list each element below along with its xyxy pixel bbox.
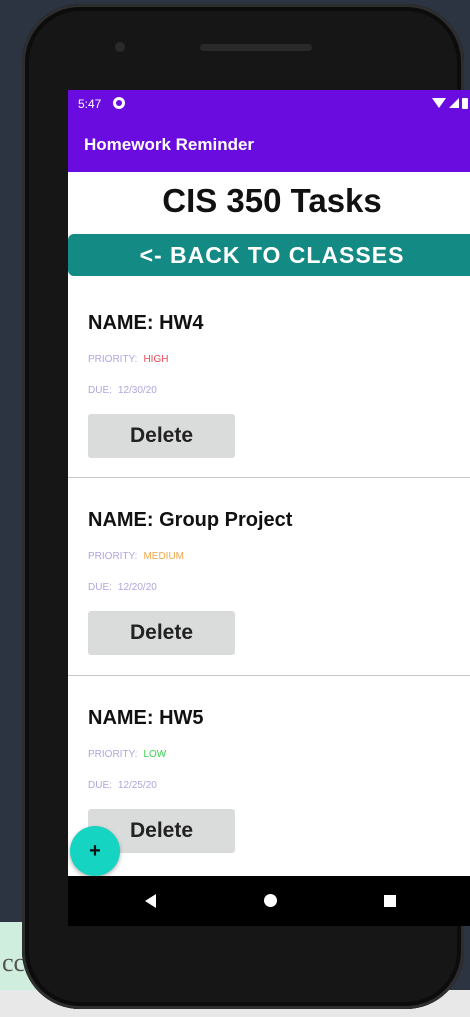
priority-value: HIGH bbox=[143, 354, 169, 365]
notification-icon bbox=[113, 97, 125, 109]
task-name: NAME: HW5 bbox=[88, 707, 204, 729]
due-value: 12/30/20 bbox=[117, 385, 157, 396]
task-due: DUE: 12/20/20 bbox=[88, 582, 157, 593]
back-to-classes-button[interactable]: <- BACK TO CLASSES bbox=[68, 234, 470, 276]
page-title: CIS 350 Tasks bbox=[162, 182, 382, 219]
back-nav-icon[interactable] bbox=[145, 894, 156, 908]
due-label: DUE: bbox=[88, 780, 112, 791]
wifi-icon bbox=[432, 98, 446, 108]
task-priority: PRIORITY: LOW bbox=[88, 749, 166, 760]
due-value: 12/20/20 bbox=[117, 582, 157, 593]
app-bar: Homework Reminder bbox=[68, 118, 470, 172]
priority-value: MEDIUM bbox=[143, 551, 185, 562]
status-icons bbox=[432, 95, 468, 111]
add-task-button[interactable]: + bbox=[70, 826, 120, 876]
camera bbox=[115, 42, 125, 52]
delete-button[interactable]: Delete bbox=[88, 611, 235, 655]
due-label: DUE: bbox=[88, 385, 112, 396]
delete-button[interactable]: Delete bbox=[88, 414, 235, 458]
task-name: NAME: HW4 bbox=[88, 312, 204, 334]
due-value: 12/25/20 bbox=[117, 780, 157, 791]
task-due: DUE: 12/30/20 bbox=[88, 385, 157, 396]
battery-icon bbox=[462, 97, 468, 109]
task-divider bbox=[68, 477, 470, 478]
status-bar: 5:47 bbox=[68, 90, 470, 118]
task-priority: PRIORITY: HIGH bbox=[88, 354, 168, 365]
task-due: DUE: 12/25/20 bbox=[88, 780, 157, 791]
home-nav-icon[interactable] bbox=[264, 894, 277, 907]
priority-label: PRIORITY: bbox=[88, 354, 138, 365]
app-screen: 5:47 Homework Reminder CIS 350 Tasks <- … bbox=[68, 90, 470, 876]
priority-label: PRIORITY: bbox=[88, 749, 138, 760]
status-time: 5:47 bbox=[78, 97, 102, 111]
phone-frame: 5:47 Homework Reminder CIS 350 Tasks <- … bbox=[22, 4, 470, 1009]
speaker bbox=[200, 44, 312, 51]
priority-value: LOW bbox=[143, 749, 167, 760]
task-priority: PRIORITY: MEDIUM bbox=[88, 551, 184, 562]
task-name: NAME: Group Project bbox=[88, 509, 293, 531]
due-label: DUE: bbox=[88, 582, 112, 593]
recents-nav-icon[interactable] bbox=[384, 895, 396, 907]
app-title: Homework Reminder bbox=[84, 135, 255, 154]
navigation-bar bbox=[68, 876, 470, 926]
signal-icon bbox=[449, 98, 459, 108]
priority-label: PRIORITY: bbox=[88, 551, 138, 562]
task-divider bbox=[68, 675, 470, 676]
